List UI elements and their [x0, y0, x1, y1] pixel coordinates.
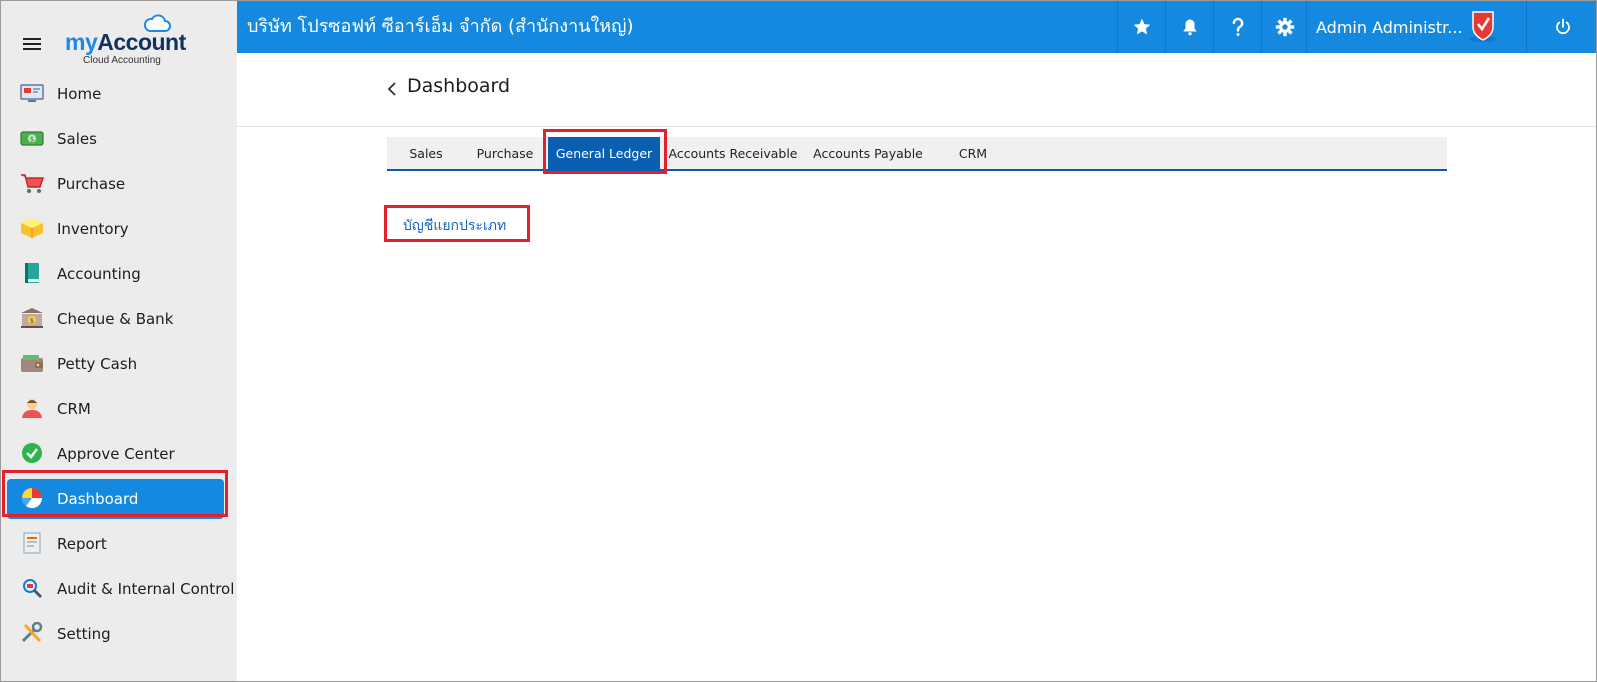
sidebar-item-approve-center[interactable]: Approve Center: [1, 431, 237, 476]
notifications-button[interactable]: [1165, 1, 1213, 53]
wallet-icon: [21, 355, 43, 372]
sidebar-item-report[interactable]: Report: [1, 521, 237, 566]
sidebar-item-label: Cheque & Bank: [57, 309, 174, 328]
sidebar-item-accounting[interactable]: Accounting: [1, 251, 237, 296]
top-bar: บริษัท โปรซอฟท์ ซีอาร์เอ็ม จำกัด (สำนักง…: [237, 1, 1596, 53]
bell-icon: [1182, 19, 1197, 36]
star-icon: [1133, 18, 1150, 35]
sidebar-item-label: Audit & Internal Control: [57, 579, 235, 598]
sidebar-item-label: Sales: [57, 129, 97, 148]
dashboard-tabs: Sales Purchase General Ledger Accounts R…: [387, 137, 1447, 171]
gear-icon: [1275, 17, 1294, 37]
sidebar-item-cheque-bank[interactable]: $ Cheque & Bank: [1, 296, 237, 341]
sidebar-item-label: Approve Center: [57, 444, 175, 463]
app-window: myAccount Cloud Accounting Home $ Sales …: [0, 0, 1597, 682]
sidebar-item-label: Setting: [57, 624, 111, 643]
tab-purchase[interactable]: Purchase: [465, 137, 545, 171]
money-icon: $: [20, 131, 44, 146]
sidebar-item-inventory[interactable]: Inventory: [1, 206, 237, 251]
home-icon: [20, 84, 44, 102]
svg-text:$: $: [30, 136, 34, 144]
power-icon: [1555, 18, 1570, 35]
sidebar-item-audit[interactable]: Audit & Internal Control: [1, 566, 237, 611]
company-name: บริษัท โปรซอฟท์ ซีอาร์เอ็ม จำกัด (สำนักง…: [247, 16, 634, 37]
shield-check-icon: [1469, 11, 1497, 42]
tab-sales[interactable]: Sales: [387, 137, 465, 171]
menu-icon[interactable]: [23, 37, 41, 51]
sidebar: myAccount Cloud Accounting Home $ Sales …: [1, 1, 237, 681]
magnifier-icon: [23, 579, 43, 599]
check-circle-icon: [22, 443, 42, 463]
page-title: Dashboard: [407, 75, 511, 97]
general-ledger-link[interactable]: บัญชีแยกประเภท: [403, 215, 506, 237]
logout-button[interactable]: [1526, 1, 1596, 53]
sidebar-item-crm[interactable]: CRM: [1, 386, 237, 431]
favorites-button[interactable]: [1117, 1, 1165, 53]
sidebar-item-label: Home: [57, 84, 102, 103]
book-icon: [25, 263, 39, 283]
page-header: Dashboard: [237, 53, 1596, 127]
svg-text:$: $: [30, 317, 34, 325]
sidebar-item-petty-cash[interactable]: Petty Cash: [1, 341, 237, 386]
help-icon: [1232, 17, 1243, 36]
user-menu[interactable]: Admin Administr...: [1306, 1, 1526, 53]
main-content: Dashboard Sales Purchase General Ledger …: [237, 53, 1596, 681]
sidebar-nav: Home $ Sales Purchase Inventory Accounti…: [1, 71, 237, 656]
sidebar-item-home[interactable]: Home: [1, 71, 237, 116]
tools-icon: [21, 622, 43, 643]
bank-icon: $: [21, 308, 43, 328]
sidebar-item-label: Accounting: [57, 264, 141, 283]
pie-chart-icon: [22, 488, 42, 508]
tab-crm[interactable]: CRM: [945, 137, 1001, 171]
settings-button[interactable]: [1261, 1, 1307, 53]
sidebar-item-label: Petty Cash: [57, 354, 138, 373]
sidebar-item-label: Dashboard: [57, 489, 139, 508]
tab-accounts-payable[interactable]: Accounts Payable: [805, 137, 931, 171]
logo-text: myAccount: [65, 29, 186, 55]
chevron-left-icon[interactable]: [385, 81, 399, 97]
sidebar-item-dashboard[interactable]: Dashboard: [1, 476, 237, 521]
sidebar-item-label: Purchase: [57, 174, 126, 193]
sidebar-item-label: CRM: [57, 399, 91, 418]
report-icon: [23, 532, 41, 554]
help-button[interactable]: [1213, 1, 1261, 53]
logo: myAccount Cloud Accounting: [65, 13, 186, 69]
sidebar-item-purchase[interactable]: Purchase: [1, 161, 237, 206]
logo-subtitle: Cloud Accounting: [83, 55, 161, 66]
tab-accounts-receivable[interactable]: Accounts Receivable: [665, 137, 801, 171]
box-icon: [21, 218, 43, 238]
logo-area: myAccount Cloud Accounting: [1, 1, 237, 71]
user-name: Admin Administr...: [1316, 17, 1463, 37]
sidebar-item-label: Inventory: [57, 219, 129, 238]
sidebar-item-label: Report: [57, 534, 107, 553]
tab-general-ledger[interactable]: General Ledger: [548, 137, 660, 171]
sidebar-item-setting[interactable]: Setting: [1, 611, 237, 656]
cart-icon: [21, 174, 44, 193]
person-icon: [22, 399, 42, 418]
sidebar-item-sales[interactable]: $ Sales: [1, 116, 237, 161]
